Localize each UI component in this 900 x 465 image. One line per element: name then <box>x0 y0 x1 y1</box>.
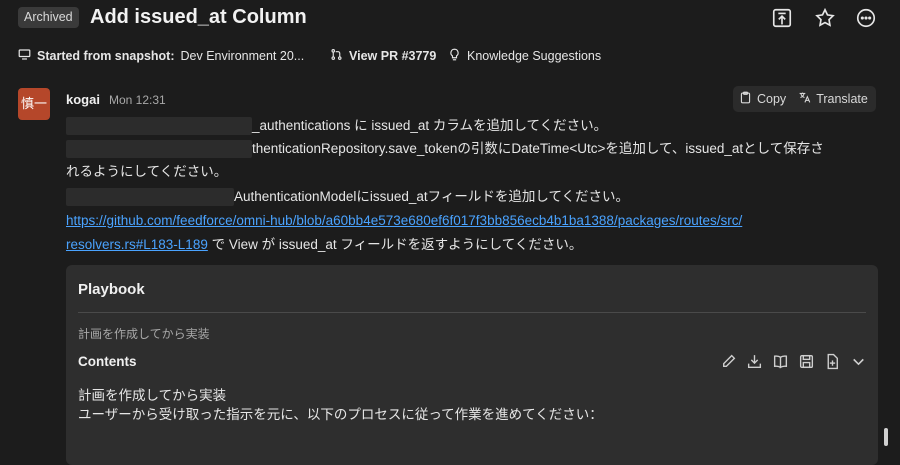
playbook-card: Playbook 計画を作成してから実装 Contents 計画を作成してから実… <box>66 265 878 465</box>
monitor-icon <box>18 48 31 64</box>
message-line-2: thenticationRepository.save_tokenの引数にDat… <box>66 138 824 160</box>
link-suffix: で View が issued_at フィールドを返すようにしてください。 <box>207 237 583 252</box>
avatar: 慎一 <box>18 88 50 120</box>
message-text-1: _authentications に issued_at カラムを追加してくださ… <box>252 118 608 133</box>
message-text-2: thenticationRepository.save_tokenの引数にDat… <box>252 141 824 156</box>
clipboard-icon <box>739 91 752 107</box>
download-icon[interactable] <box>746 353 763 370</box>
playbook-body: 計画を作成してから実装 ユーザーから受け取った指示を元に、以下のプロセスに従って… <box>78 386 603 424</box>
edit-icon[interactable] <box>720 353 737 370</box>
message-line-4: AuthenticationModelにissued_atフィールドを追加してく… <box>66 186 629 208</box>
divider <box>78 312 866 313</box>
message-link-line-2: resolvers.rs#L183-L189 で View が issued_a… <box>66 234 582 256</box>
add-file-icon[interactable] <box>824 353 841 370</box>
knowledge-suggestions-link[interactable]: Knowledge Suggestions <box>448 48 601 64</box>
save-icon[interactable] <box>798 353 815 370</box>
redacted-block <box>66 188 234 207</box>
translate-label: Translate <box>816 92 868 106</box>
copy-label: Copy <box>757 92 787 106</box>
playbook-description: 計画を作成してから実装 <box>78 327 210 341</box>
message-line-1: _authentications に issued_at カラムを追加してくださ… <box>66 115 607 137</box>
book-icon[interactable] <box>772 353 789 370</box>
scrollbar[interactable] <box>884 428 888 446</box>
archived-badge: Archived <box>18 7 79 28</box>
message-time: Mon 12:31 <box>109 93 166 107</box>
author-name: kogai <box>66 92 100 107</box>
playbook-body-line-1: 計画を作成してから実装 <box>78 388 227 403</box>
translate-icon <box>798 91 811 107</box>
message-link-line: https://github.com/feedforce/omni-hub/bl… <box>66 210 742 232</box>
message-line-3: れるようにしてください。 <box>66 164 228 179</box>
playbook-title: Playbook <box>78 281 145 298</box>
snapshot-label: Started from snapshot: <box>37 49 175 63</box>
message-actions: Copy Translate <box>733 86 876 112</box>
pull-request-icon <box>330 48 343 64</box>
translate-button[interactable]: Translate <box>792 91 874 107</box>
view-pr-label: View PR #3779 <box>349 49 437 63</box>
subbar: Started from snapshot: Dev Environment 2… <box>0 44 900 68</box>
chevron-down-icon[interactable] <box>850 353 867 370</box>
copy-button[interactable]: Copy <box>733 91 792 107</box>
github-link-continued[interactable]: resolvers.rs#L183-L189 <box>66 237 208 252</box>
view-pr-link[interactable]: View PR #3779 <box>330 48 436 64</box>
share-icon[interactable] <box>771 7 793 29</box>
lightbulb-icon <box>448 48 461 64</box>
playbook-body-line-2: ユーザーから受け取った指示を元に、以下のプロセスに従って作業を進めてください： <box>78 407 603 422</box>
star-icon[interactable] <box>814 7 836 29</box>
github-link[interactable]: https://github.com/feedforce/omni-hub/bl… <box>66 213 742 228</box>
playbook-toolbar <box>720 353 867 370</box>
snapshot-item[interactable]: Started from snapshot: Dev Environment 2… <box>18 48 304 64</box>
contents-label: Contents <box>78 354 137 369</box>
message-text-4: AuthenticationModelにissued_atフィールドを追加してく… <box>234 189 630 204</box>
snapshot-value: Dev Environment 20... <box>180 49 305 63</box>
header: Archived Add issued_at Column <box>0 0 900 38</box>
more-icon[interactable] <box>855 7 877 29</box>
redacted-block <box>66 117 252 136</box>
knowledge-label: Knowledge Suggestions <box>467 49 602 63</box>
page-title: Add issued_at Column <box>90 6 307 28</box>
redacted-block <box>66 140 252 159</box>
